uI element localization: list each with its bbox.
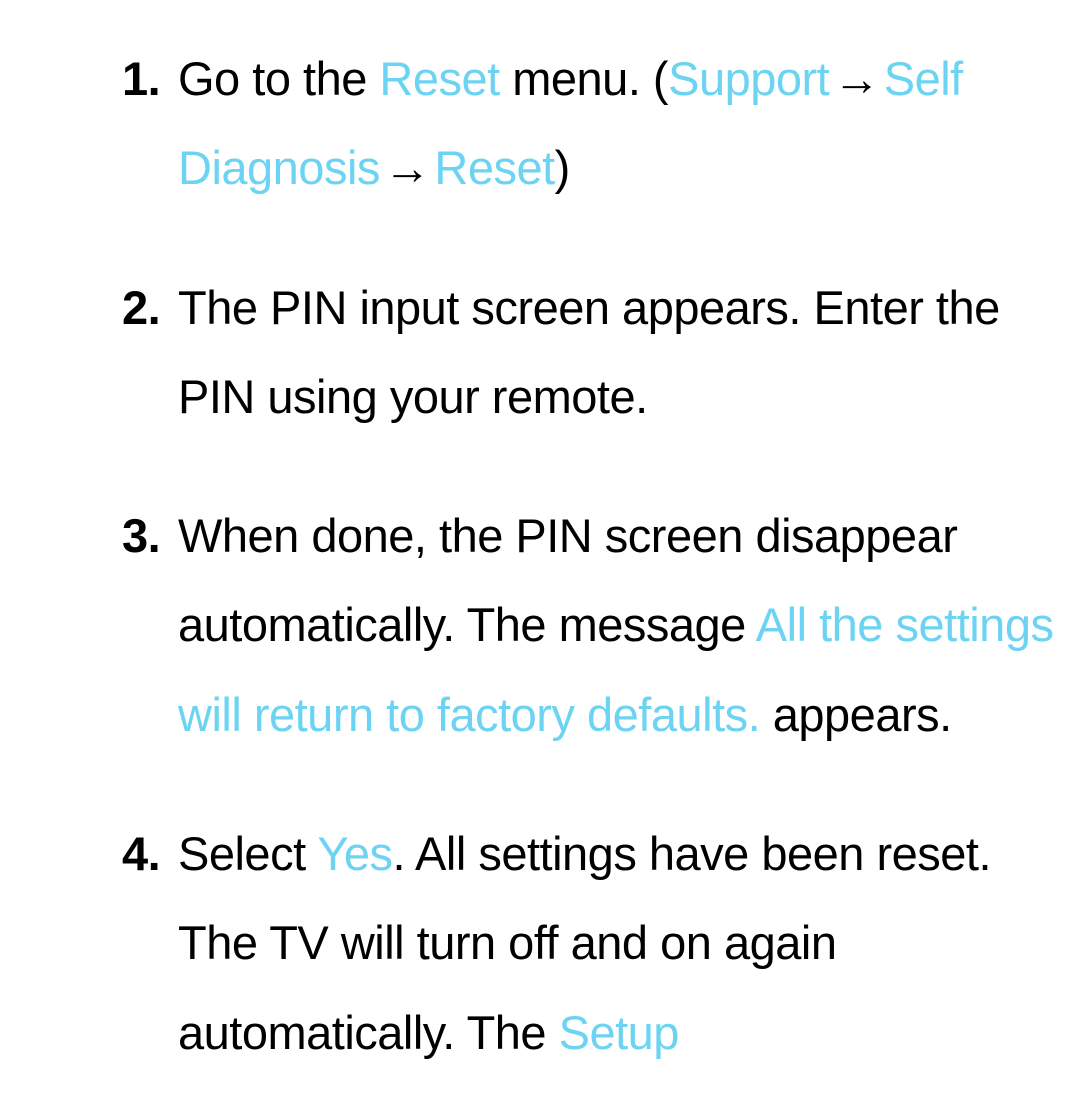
setup-label: Setup xyxy=(559,1006,679,1059)
arrow-icon: → xyxy=(380,123,435,212)
step-4-text-a: Select xyxy=(178,827,317,880)
yes-option-label: Yes xyxy=(317,827,392,880)
step-1: Go to the Reset menu. (Support→Self Diag… xyxy=(126,34,1060,213)
step-3: When done, the PIN screen disappear auto… xyxy=(126,491,1060,759)
step-1-text-b: menu. ( xyxy=(500,52,668,105)
arrow-icon: → xyxy=(829,34,884,123)
step-3-text-b: appears. xyxy=(760,688,951,741)
support-menu-label: Support xyxy=(668,52,829,105)
step-4: Select Yes. All settings have been reset… xyxy=(126,809,1060,1077)
document-page: Go to the Reset menu. (Support→Self Diag… xyxy=(0,0,1080,1077)
step-2-text: The PIN input screen appears. Enter the … xyxy=(178,281,1000,423)
step-1-text-c: ) xyxy=(555,141,570,194)
reset-submenu-label: Reset xyxy=(434,141,554,194)
reset-menu-label: Reset xyxy=(379,52,499,105)
instruction-list: Go to the Reset menu. (Support→Self Diag… xyxy=(126,34,1060,1077)
step-2: The PIN input screen appears. Enter the … xyxy=(126,263,1060,442)
step-1-text-a: Go to the xyxy=(178,52,379,105)
